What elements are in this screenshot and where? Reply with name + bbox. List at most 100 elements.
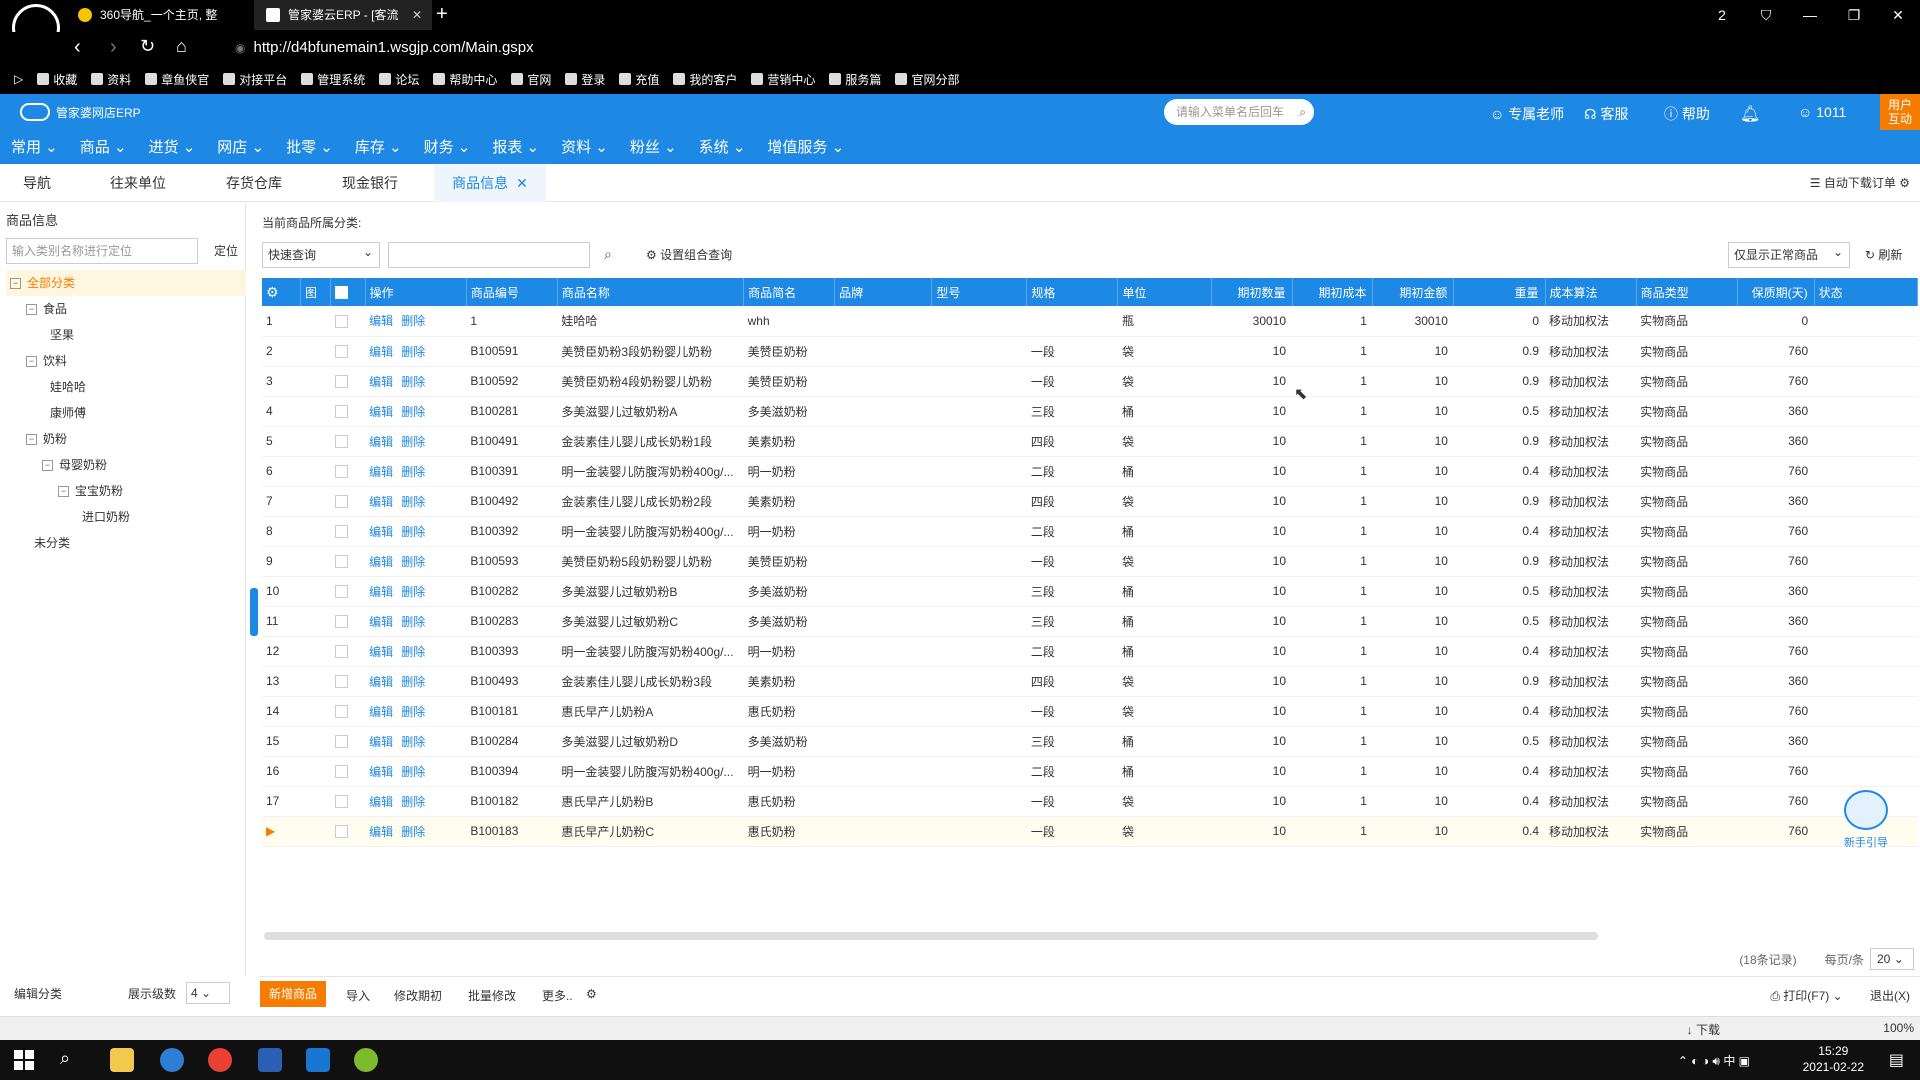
category-search-input[interactable]: 输入类别名称进行定位 [6,238,198,264]
edit-link[interactable]: 编辑 [369,705,393,719]
home-icon[interactable]: ⌂ [176,36,187,57]
search-icon[interactable]: ⌕ [60,1048,70,1069]
table-row[interactable]: 16 编辑 删除 B100394 明一金装婴儿防腹泻奶粉400g/... 明一奶粉 二段桶 1… [262,756,1918,787]
app-logo[interactable]: 管家婆网店ERP [20,103,141,121]
column-header[interactable]: 商品简名 [743,278,836,306]
new-tab-button[interactable]: + [436,3,448,26]
row-checkbox[interactable] [334,465,348,479]
edit-link[interactable]: 编辑 [369,825,393,839]
edit-link[interactable]: 编辑 [369,314,393,328]
query-input[interactable] [388,242,590,268]
row-checkbox[interactable] [334,795,348,809]
edit-link[interactable]: 编辑 [369,405,393,419]
tree-node[interactable]: 未分类 [6,530,246,556]
edit-link[interactable]: 编辑 [369,795,393,809]
edit-link[interactable]: 编辑 [369,645,393,659]
reload-icon[interactable]: ↻ [140,36,155,57]
exit-button[interactable]: 退出(X) [1870,989,1910,1003]
delete-link[interactable]: 删除 [401,495,425,509]
table-row[interactable]: 14 编辑 删除 B100181 惠氏早产儿奶粉A 惠氏奶粉 一段袋 10 1 10 0.4 移动加权… [262,696,1918,727]
column-header[interactable]: 单位 [1117,278,1212,306]
table-row[interactable]: 6 编辑 删除 B100391 明一金装婴儿防腹泻奶粉400g/... 明一奶粉 二段桶 10… [262,456,1918,487]
edit-category-button[interactable]: 编辑分类 [14,985,62,1002]
locate-button[interactable]: 定位 [214,242,238,259]
bookmark-item[interactable]: 资料 [91,71,131,88]
column-header[interactable]: 状态 [1814,278,1919,306]
zoom-level[interactable]: 100% [1883,1021,1914,1035]
column-header[interactable]: 操作 [365,278,467,306]
delete-link[interactable]: 删除 [401,615,425,629]
tree-node[interactable]: 娃哈哈 [6,374,246,400]
collapse-icon[interactable]: − [58,485,69,497]
table-row[interactable]: 12 编辑 删除 B100393 明一金装婴儿防腹泻奶粉400g/... 明一奶粉 二段桶 1… [262,636,1918,667]
close-icon[interactable]: ✕ [516,175,528,191]
bookmark-item[interactable]: 服务篇 [829,71,881,88]
row-checkbox[interactable] [334,765,348,779]
tab-product-info[interactable]: 商品信息 ✕ [434,164,546,202]
column-header[interactable]: 期初数量 [1211,278,1293,306]
delete-link[interactable]: 删除 [401,555,425,569]
main-menu-item[interactable]: 财务 [413,132,482,164]
table-row[interactable]: 11 编辑 删除 B100283 多美滋婴儿过敏奶粉C 多美滋奶粉 三段桶 10 1 10 0.5 移… [262,606,1918,637]
file-explorer-icon[interactable] [110,1048,134,1072]
download-button[interactable]: ↓ 下载 [1687,1021,1720,1038]
delete-link[interactable]: 删除 [401,314,425,328]
row-checkbox[interactable] [334,735,348,749]
add-product-button[interactable]: 新增商品 [260,981,326,1007]
table-row[interactable]: 4 编辑 删除 B100281 多美滋婴儿过敏奶粉A 多美滋奶粉 三段桶 10 1 10 0.5 移动… [262,396,1918,427]
system-tray[interactable]: ⌃ ◐ ◑ 🔊︎ 中 ▣ [1678,1052,1750,1069]
edit-link[interactable]: 编辑 [369,525,393,539]
delete-link[interactable]: 删除 [401,645,425,659]
tab-cash-bank[interactable]: 现金银行 [322,164,418,202]
modify-initial-button[interactable]: 修改期初 [394,987,442,1004]
clock[interactable]: 15:29 2021-02-22 [1803,1043,1864,1075]
help-link[interactable]: ⓘ 帮助 [1664,104,1710,124]
bookmark-item[interactable]: 官网分部 [895,71,959,88]
windows-start-icon[interactable] [14,1050,34,1070]
service-link[interactable]: ☊ 客服 [1584,104,1628,124]
tab-nav[interactable]: 导航 [0,164,74,202]
photos-icon[interactable] [306,1048,330,1072]
main-menu-item[interactable]: 批零 [275,132,344,164]
import-button[interactable]: 导入 [346,987,370,1004]
table-row[interactable]: 13 编辑 删除 B100493 金装素佳儿婴儿成长奶粉3段 美素奶粉 四段袋 10 1 10 0.… [262,666,1918,697]
search-icon[interactable]: ⌕ [604,246,612,263]
shirt-icon[interactable]: ⛉ [1744,0,1788,32]
table-row[interactable]: 1 编辑 删除 1 娃哈哈 whh 瓶 30010 1 30010 0 移动加权法 实物商品 0 [262,306,1918,337]
tree-node[interactable]: 坚果 [6,322,246,348]
bookmark-item[interactable]: 登录 [565,71,605,88]
window-count-badge[interactable]: 2 [1700,0,1744,32]
bookmark-item[interactable]: 帮助中心 [433,71,497,88]
batch-modify-button[interactable]: 批量修改 [468,987,516,1004]
column-header[interactable]: 商品类型 [1636,278,1738,306]
table-row[interactable]: ▶ 编辑 删除 B100183 惠氏早产儿奶粉C 惠氏奶粉 一段袋 10 1 10 0.4 移动加权法… [262,816,1918,847]
collapse-icon[interactable]: − [26,433,37,445]
word-icon[interactable] [258,1048,282,1072]
restore-button[interactable]: ❐ [1832,0,1876,32]
table-row[interactable]: 3 编辑 删除 B100592 美赞臣奶粉4段奶粉婴儿奶粉 美赞臣奶粉 一段袋 10 1 10 0.… [262,366,1918,397]
close-tab-icon[interactable]: ✕ [412,0,422,30]
bookmark-item[interactable]: 官网 [511,71,551,88]
edit-link[interactable]: 编辑 [369,495,393,509]
table-row[interactable]: 17 编辑 删除 B100182 惠氏早产儿奶粉B 惠氏奶粉 一段袋 10 1 10 0.4 移动加权… [262,786,1918,817]
column-header[interactable]: 期初成本 [1292,278,1374,306]
panel-splitter-handle[interactable] [250,588,258,636]
edit-link[interactable]: 编辑 [369,675,393,689]
column-header[interactable]: 期初金额 [1372,278,1455,306]
notification-icon[interactable]: ▤ [1889,1050,1904,1070]
teacher-link[interactable]: ☺ 专属老师 [1490,104,1564,124]
main-menu-item[interactable]: 系统 [688,132,757,164]
column-header[interactable] [330,278,366,306]
column-header[interactable]: 商品名称 [557,278,745,306]
combo-query-button[interactable]: ⚙ 设置组合查询 [646,246,732,263]
delete-link[interactable]: 删除 [401,465,425,479]
table-row[interactable]: 9 编辑 删除 B100593 美赞臣奶粉5段奶粉婴儿奶粉 美赞臣奶粉 一段袋 10 1 10 0.… [262,546,1918,577]
row-checkbox[interactable] [334,375,348,389]
more-button[interactable]: 更多.. [542,987,573,1004]
user-interaction-button[interactable]: 用户 互动 [1880,94,1920,130]
collapse-icon[interactable]: − [26,303,37,315]
ime-indicator[interactable]: 中 [1723,1054,1735,1068]
close-window-button[interactable]: ✕ [1876,0,1920,32]
tree-node[interactable]: − 全部分类 [6,270,246,296]
per-page-select[interactable]: 20 ⌄ [1870,948,1914,970]
